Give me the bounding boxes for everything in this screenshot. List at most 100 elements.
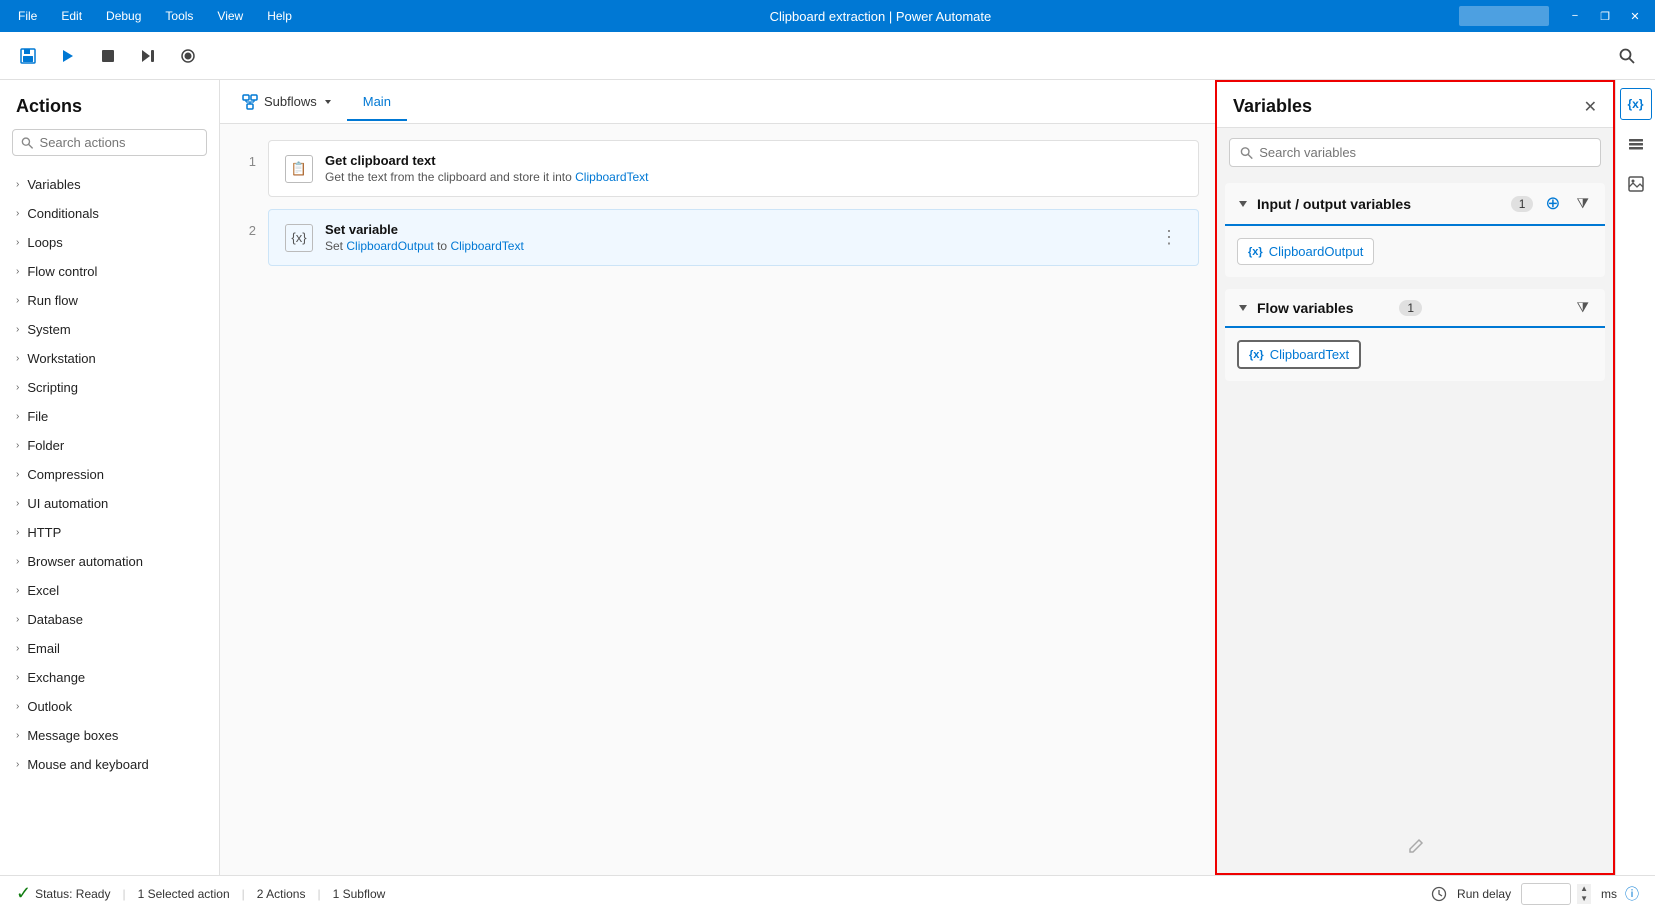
- input-output-section: Input / output variables 1 ⊕ ⧩ {x} Clipb…: [1225, 183, 1605, 277]
- action-group-item[interactable]: ›System: [0, 315, 219, 344]
- clipboard-output-chip[interactable]: {x} ClipboardOutput: [1237, 238, 1374, 265]
- chevron-icon: ›: [16, 324, 19, 335]
- search-button[interactable]: [1611, 40, 1643, 72]
- image-side-button[interactable]: [1620, 168, 1652, 200]
- action-group-item[interactable]: ›HTTP: [0, 518, 219, 547]
- chevron-icon: ›: [16, 585, 19, 596]
- run-delay-input[interactable]: 100: [1521, 883, 1571, 905]
- stepper-down[interactable]: ▼: [1577, 894, 1591, 904]
- step-number: 2: [236, 209, 256, 238]
- edit-icon: [1405, 837, 1425, 857]
- action-group-item[interactable]: ›Compression: [0, 460, 219, 489]
- step-menu-button[interactable]: ⋮: [1156, 225, 1182, 250]
- search-actions-input[interactable]: [40, 135, 198, 150]
- action-group-item[interactable]: ›Variables: [0, 170, 219, 199]
- search-variables-input[interactable]: [1259, 145, 1590, 160]
- step-title: Get clipboard text: [325, 153, 1182, 168]
- step-var-link2[interactable]: ClipboardText: [450, 239, 523, 253]
- info-icon[interactable]: ⓘ: [1625, 884, 1639, 904]
- variables-search-box[interactable]: [1229, 138, 1601, 167]
- flow-variables-header[interactable]: Flow variables 1 ⧩: [1225, 289, 1605, 328]
- menu-help[interactable]: Help: [257, 5, 302, 27]
- step-var-link1[interactable]: ClipboardOutput: [346, 239, 433, 253]
- step-desc: Set ClipboardOutput to ClipboardText: [325, 239, 1144, 253]
- action-group-item[interactable]: ›Excel: [0, 576, 219, 605]
- action-group-item[interactable]: ›Message boxes: [0, 721, 219, 750]
- step-var-link[interactable]: ClipboardText: [575, 170, 648, 184]
- titlebar: File Edit Debug Tools View Help Clipboar…: [0, 0, 1655, 32]
- subflows-button[interactable]: Subflows: [232, 88, 343, 116]
- variables-footer: [1217, 387, 1613, 873]
- chevron-icon: ›: [16, 237, 19, 248]
- action-group-item[interactable]: ›Run flow: [0, 286, 219, 315]
- variables-side-button[interactable]: {x}: [1620, 88, 1652, 120]
- action-group-item[interactable]: ›Exchange: [0, 663, 219, 692]
- stepper-up[interactable]: ▲: [1577, 884, 1591, 894]
- action-group-item[interactable]: ›Outlook: [0, 692, 219, 721]
- subflows-label: Subflows: [264, 94, 317, 109]
- action-group-item[interactable]: ›Flow control: [0, 257, 219, 286]
- tab-main[interactable]: Main: [347, 84, 407, 121]
- input-output-header[interactable]: Input / output variables 1 ⊕ ⧩: [1225, 183, 1605, 226]
- close-button[interactable]: ✕: [1623, 4, 1647, 28]
- stop-button[interactable]: [92, 40, 124, 72]
- right-icon-panel: {x}: [1615, 80, 1655, 875]
- action-group-item[interactable]: ›Loops: [0, 228, 219, 257]
- menu-file[interactable]: File: [8, 5, 47, 27]
- chevron-icon: ›: [16, 701, 19, 712]
- clock-icon: [1431, 886, 1447, 902]
- chevron-icon: ›: [16, 208, 19, 219]
- action-group-item[interactable]: ›Email: [0, 634, 219, 663]
- run-delay-stepper[interactable]: ▲ ▼: [1577, 884, 1591, 904]
- selected-count: 1 Selected action: [138, 887, 230, 901]
- action-group-item[interactable]: ›File: [0, 402, 219, 431]
- record-button[interactable]: [172, 40, 204, 72]
- actions-search-box[interactable]: [12, 129, 207, 156]
- menu-view[interactable]: View: [207, 5, 253, 27]
- action-group-item[interactable]: ›Folder: [0, 431, 219, 460]
- layers-side-button[interactable]: [1620, 128, 1652, 160]
- minimize-button[interactable]: −: [1563, 4, 1587, 28]
- action-group-item[interactable]: ›Browser automation: [0, 547, 219, 576]
- variables-close-button[interactable]: ✕: [1584, 97, 1597, 117]
- toolbar: [0, 32, 1655, 80]
- action-group-item[interactable]: ›Workstation: [0, 344, 219, 373]
- action-group-item[interactable]: ›Scripting: [0, 373, 219, 402]
- flow-filter-button[interactable]: ⧩: [1573, 299, 1594, 316]
- canvas-tabs: Subflows Main: [220, 80, 1215, 124]
- step-number: 1: [236, 140, 256, 169]
- play-button[interactable]: [52, 40, 84, 72]
- restore-button[interactable]: ❐: [1593, 4, 1617, 28]
- menu-tools[interactable]: Tools: [155, 5, 203, 27]
- action-group-item[interactable]: ›Conditionals: [0, 199, 219, 228]
- sep1: |: [122, 887, 125, 901]
- chevron-icon: ›: [16, 759, 19, 770]
- collapse-icon: [1237, 198, 1249, 210]
- clipboard-text-chip[interactable]: {x} ClipboardText: [1237, 340, 1361, 369]
- action-group-item[interactable]: ›Mouse and keyboard: [0, 750, 219, 779]
- step-desc-to: to: [434, 239, 451, 253]
- menu-edit[interactable]: Edit: [51, 5, 92, 27]
- step-button[interactable]: [132, 40, 164, 72]
- input-output-count: 1: [1511, 196, 1534, 212]
- actions-list: ›Variables›Conditionals›Loops›Flow contr…: [0, 166, 219, 875]
- subflow-count: 1 Subflow: [333, 887, 386, 901]
- chevron-icon: ›: [16, 672, 19, 683]
- window-title: Clipboard extraction | Power Automate: [302, 9, 1459, 24]
- action-group-item[interactable]: ›Database: [0, 605, 219, 634]
- account-area: [1459, 6, 1549, 26]
- sep3: |: [317, 887, 320, 901]
- variables-panel: Variables ✕ Input / output variables 1 ⊕…: [1215, 80, 1615, 875]
- menu-debug[interactable]: Debug: [96, 5, 151, 27]
- statusbar: ✓ Status: Ready | 1 Selected action | 2 …: [0, 875, 1655, 911]
- step-desc-text: Set: [325, 239, 346, 253]
- step-card[interactable]: {x} Set variable Set ClipboardOutput to …: [268, 209, 1199, 266]
- filter-variables-button[interactable]: ⧩: [1573, 195, 1594, 212]
- add-variable-button[interactable]: ⊕: [1541, 193, 1564, 214]
- step-info: Get clipboard text Get the text from the…: [325, 153, 1182, 184]
- chevron-icon: ›: [16, 382, 19, 393]
- chevron-icon: ›: [16, 527, 19, 538]
- action-group-item[interactable]: ›UI automation: [0, 489, 219, 518]
- step-card[interactable]: 📋 Get clipboard text Get the text from t…: [268, 140, 1199, 197]
- save-button[interactable]: [12, 40, 44, 72]
